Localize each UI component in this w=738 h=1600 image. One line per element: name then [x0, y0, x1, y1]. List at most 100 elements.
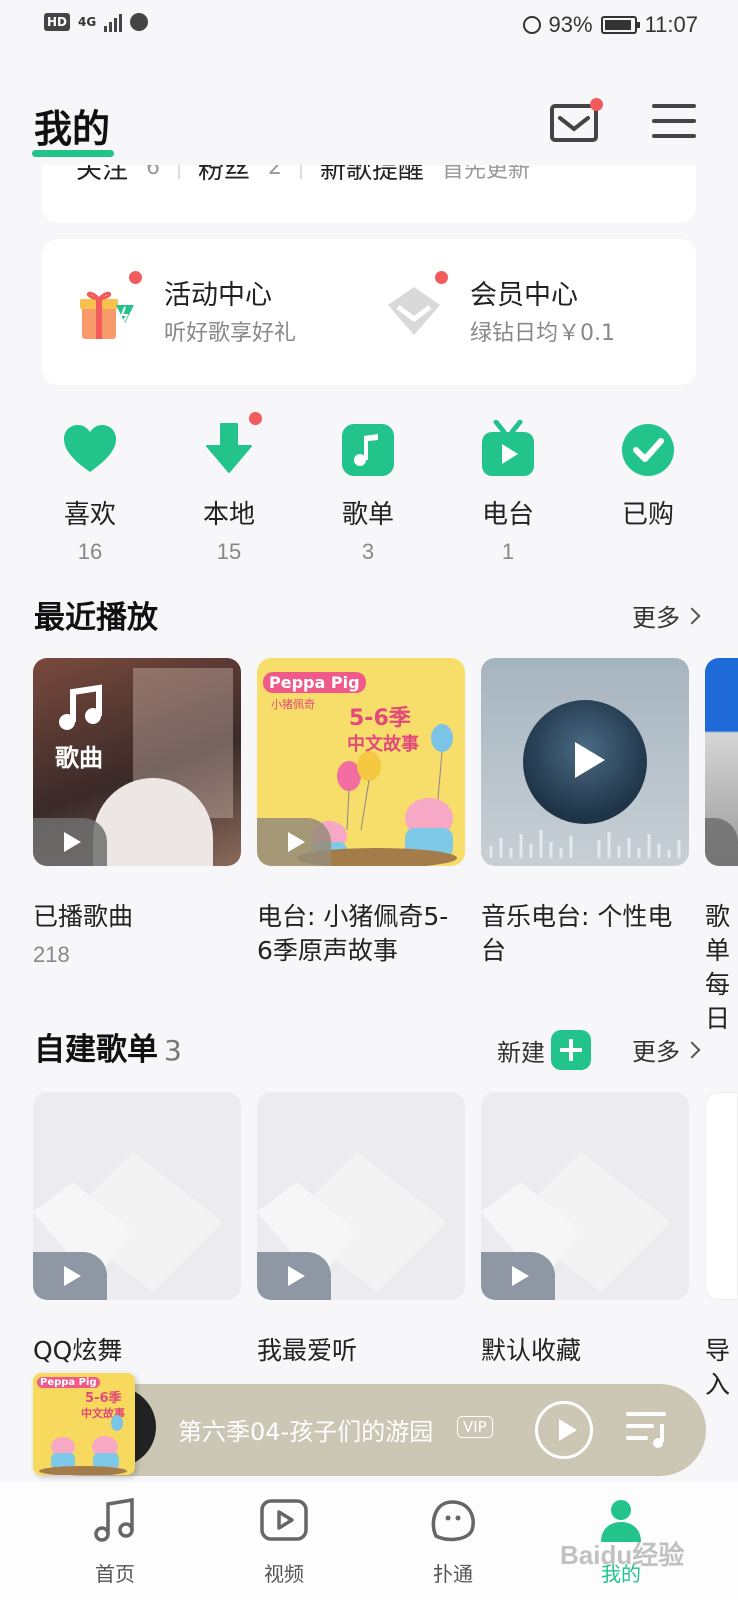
recent-section-title: 最近播放 [34, 600, 158, 636]
play-button[interactable] [257, 818, 331, 866]
quick-like-label: 喜欢 [63, 500, 116, 530]
quick-local-count: 15 [216, 539, 242, 564]
heart-icon [64, 425, 116, 472]
music-note-icon [59, 684, 102, 730]
quick-radio-label: 电台 [481, 500, 534, 530]
status-bar: HD 4G 93% 11:07 [0, 0, 738, 52]
local-badge [249, 412, 262, 425]
download-icon [206, 423, 252, 473]
quick-like[interactable]: 喜欢 16 [35, 420, 145, 565]
cover-season: 5-6季 [85, 1391, 122, 1406]
video-icon [260, 1499, 308, 1541]
playlist-caption: QQ炫舞 [33, 1336, 123, 1365]
playlists-more-button[interactable]: 更多 [632, 1032, 701, 1067]
play-icon [287, 832, 305, 852]
nav-home[interactable]: 首页 [60, 1496, 170, 1587]
play-icon [287, 1266, 305, 1286]
vip-center-sub: 绿钻日均￥0.1 [470, 321, 615, 346]
follow-label[interactable]: 关注 [76, 165, 128, 186]
player-cover[interactable]: Peppa Pig 5-6季 中文故事 [33, 1373, 135, 1475]
playlist-caption: 默认收藏 [481, 1336, 582, 1365]
playlist-tile[interactable] [33, 1092, 241, 1300]
follow-count: 6 [146, 165, 161, 180]
network-label: 4G [78, 15, 97, 29]
vip-center-title: 会员中心 [470, 280, 578, 311]
activity-center-sub: 听好歌享好礼 [164, 321, 297, 346]
play-button[interactable] [705, 818, 738, 866]
quick-radio[interactable]: 电台 1 [453, 419, 563, 565]
activity-card: 活动中心 听好歌享好礼 会员中心 绿钻日均￥0.1 [42, 239, 696, 385]
recent-tile-songs[interactable]: 歌曲 [33, 658, 241, 866]
recent-tile-radio-peppa[interactable]: Peppa Pig 小猪佩奇 5-6季 中文故事 [257, 658, 465, 866]
playlists-count: 3 [164, 1034, 182, 1067]
tile-overlay-label: 歌曲 [55, 744, 103, 772]
putong-icon [431, 1500, 475, 1542]
quick-local[interactable]: 本地 15 [174, 412, 284, 565]
chevron-right-icon [683, 1041, 701, 1058]
menu-button[interactable] [652, 104, 696, 142]
play-button[interactable] [33, 1252, 107, 1300]
page-title: 我的 [34, 107, 111, 151]
recent-caption: 电台: 小猪佩奇5-6季原声故事 [257, 902, 449, 965]
play-icon [511, 1266, 529, 1286]
playlists-more-label: 更多 [632, 1038, 680, 1066]
message-badge [590, 98, 603, 111]
new-playlist-label: 新建 [497, 1038, 545, 1067]
fans-count: 2 [268, 165, 283, 180]
vip-badge [435, 271, 448, 284]
battery-percent: 93% [548, 12, 593, 37]
nav-video[interactable]: 视频 [229, 1496, 339, 1587]
cover-logo-text: Peppa Pig [263, 672, 366, 693]
title-underline [32, 150, 114, 157]
new-song-sub: 首先更新 [442, 165, 531, 183]
quick-local-label: 本地 [202, 500, 255, 530]
activity-badge [129, 271, 142, 284]
recent-sub: 218 [33, 942, 70, 967]
profile-stats-card: 关注 6 粉丝 2 新歌提醒 首先更新 [42, 165, 696, 223]
divider [300, 165, 303, 179]
quick-purchased-label: 已购 [621, 500, 674, 530]
queue-icon [626, 1412, 666, 1448]
import-tile[interactable] [705, 1092, 738, 1300]
nav-home-label: 首页 [95, 1562, 135, 1586]
new-playlist-button[interactable]: 新建 [497, 1030, 591, 1070]
playlist-tile[interactable] [257, 1092, 465, 1300]
player-track-title: 第六季04-孩子们的游园 [178, 1418, 434, 1446]
globe-icon [130, 13, 149, 31]
player-play-button[interactable] [535, 1401, 593, 1459]
playlist-tile[interactable] [481, 1092, 689, 1300]
hd-icon: HD [44, 13, 71, 31]
play-icon [63, 832, 81, 852]
nav-putong-label: 扑通 [433, 1562, 473, 1586]
battery-icon [600, 16, 640, 34]
waveform-icon [489, 830, 681, 858]
quick-like-count: 16 [77, 539, 103, 564]
nav-video-label: 视频 [264, 1562, 304, 1586]
play-button[interactable] [481, 1252, 555, 1300]
recent-tile-daily[interactable] [705, 658, 738, 866]
quick-playlist-count: 3 [361, 539, 375, 564]
message-button[interactable] [550, 98, 603, 144]
playlist-queue-button[interactable] [624, 1408, 670, 1450]
quick-playlist[interactable]: 歌单 3 [313, 420, 423, 565]
fans-label[interactable]: 粉丝 [198, 165, 250, 186]
recent-more-button[interactable]: 更多 [632, 598, 701, 633]
play-button[interactable] [33, 818, 107, 866]
playlists-section-title: 自建歌单 3 [34, 1024, 182, 1069]
play-button[interactable] [257, 1252, 331, 1300]
music-note-icon [94, 1497, 134, 1542]
play-icon [575, 742, 605, 778]
playlist-caption: 我最爱听 [257, 1336, 358, 1365]
playlists-title: 自建歌单 [34, 1032, 158, 1068]
signal-icon [104, 12, 123, 32]
quick-playlist-label: 歌单 [341, 500, 394, 530]
vip-badge: VIP [457, 1416, 493, 1438]
recent-caption: 歌单每日 [705, 902, 731, 1033]
recent-tile-personal-radio[interactable] [481, 658, 689, 866]
quick-purchased[interactable]: 已购 [593, 420, 703, 531]
nav-putong[interactable]: 扑通 [398, 1496, 508, 1587]
recent-caption: 已播歌曲 [33, 902, 134, 931]
clock: 11:07 [644, 12, 698, 37]
diamond-icon [388, 287, 440, 335]
new-song-label[interactable]: 新歌提醒 [320, 165, 424, 186]
